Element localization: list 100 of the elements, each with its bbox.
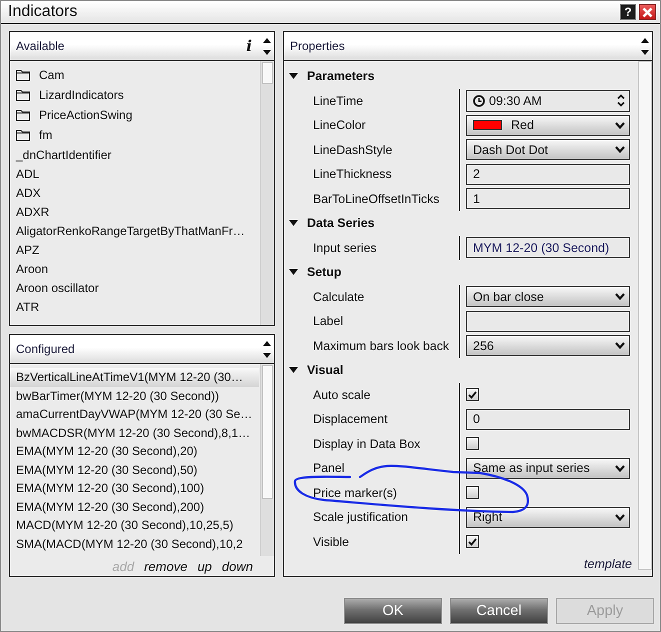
list-item[interactable]: amaCurrentDayVWAP(MYM 12-20 (30 Se… <box>10 405 259 424</box>
close-icon[interactable] <box>642 6 653 18</box>
arrow-down-icon[interactable] <box>641 50 649 54</box>
list-item[interactable]: EMA(MYM 12-20 (30 Second),20) <box>10 442 259 460</box>
property-label: LineDashStyle <box>312 142 394 159</box>
property-label: Calculate <box>312 288 366 306</box>
property-label: Input series <box>312 240 378 257</box>
category-header[interactable]: Visual <box>284 358 638 382</box>
category-header[interactable]: Setup <box>284 260 638 284</box>
list-item[interactable]: Aroon <box>10 259 259 278</box>
info-button[interactable]: i <box>246 38 252 54</box>
property-label: Displacement <box>312 411 388 428</box>
chevron-down-icon[interactable] <box>615 122 625 129</box>
list-item[interactable]: APZ <box>10 240 259 259</box>
property-label: LineColor <box>312 117 367 134</box>
arrow-down-icon[interactable] <box>263 50 271 54</box>
list-item[interactable]: EMA(MYM 12-20 (30 Second),50) <box>10 460 259 479</box>
property-label: Maximum bars look back <box>312 338 450 355</box>
chevron-down-icon[interactable] <box>615 146 625 154</box>
help-button[interactable]: ? <box>620 4 636 20</box>
dropdown[interactable]: Same as input series <box>466 458 630 479</box>
property-label: Display in Data Box <box>312 436 422 453</box>
text-field[interactable]: 2 <box>466 164 630 185</box>
down-triangle-icon[interactable] <box>289 220 298 226</box>
property-label: Scale justification <box>312 509 410 526</box>
list-item[interactable]: BzVerticalLineAtTimeV1(MYM 12-20 (30… <box>10 368 259 386</box>
folder-icon <box>16 110 30 120</box>
list-item[interactable]: ADX <box>10 183 259 202</box>
template-link[interactable]: template <box>584 556 632 570</box>
arrow-up-icon[interactable] <box>263 340 271 346</box>
chevron-down-icon[interactable] <box>615 464 625 472</box>
list-item[interactable]: ADL <box>10 164 259 183</box>
list-item[interactable]: _dnChartIdentifier <box>10 145 259 164</box>
text-field[interactable] <box>466 310 630 332</box>
dialog-button[interactable]: Cancel <box>450 598 548 624</box>
down-triangle-icon[interactable] <box>289 367 298 374</box>
property-label: BarToLineOffsetInTicks <box>312 190 440 208</box>
property-label: LineTime <box>312 92 364 110</box>
spinner-arrows-icon[interactable] <box>617 94 625 108</box>
property-label: Visible <box>312 534 350 551</box>
dialog-button[interactable]: OK <box>344 598 442 624</box>
checkbox[interactable] <box>466 437 479 450</box>
list-item[interactable]: ADXR <box>10 202 259 221</box>
list-item[interactable]: SMA(MACD(MYM 12-20 (30 Second),10,2 <box>10 534 259 553</box>
dropdown[interactable]: Right <box>466 506 630 528</box>
list-item[interactable]: EMA(MYM 12-20 (30 Second),200) <box>10 498 259 516</box>
arrow-down-icon[interactable] <box>263 352 271 358</box>
folder-icon <box>16 70 30 80</box>
action-link[interactable]: up <box>197 558 212 574</box>
scrollbar-thumb[interactable] <box>638 61 652 570</box>
property-label: Price marker(s) <box>312 484 398 502</box>
list-item[interactable]: Aroon oscillator <box>10 278 259 297</box>
text-field[interactable]: 0 <box>466 408 630 430</box>
folder-icon <box>16 90 30 100</box>
color-dropdown[interactable]: Red <box>466 114 630 136</box>
scrollbar-thumb[interactable] <box>262 62 273 84</box>
window-title: Indicators <box>8 3 78 21</box>
panel-title: Properties <box>289 39 346 53</box>
chevron-down-icon[interactable] <box>615 514 625 521</box>
list-item[interactable]: LizardIndicators <box>10 85 259 105</box>
series-field[interactable]: MYM 12-20 (30 Second) <box>466 237 630 258</box>
down-triangle-icon[interactable] <box>289 73 298 80</box>
panel-title: Available <box>15 39 66 53</box>
dropdown[interactable]: Dash Dot Dot <box>466 139 630 160</box>
checkbox[interactable] <box>466 486 479 500</box>
list-item[interactable]: ATR <box>10 297 259 316</box>
checkbox[interactable] <box>466 388 479 402</box>
checkmark-icon <box>468 390 477 399</box>
close-button[interactable] <box>639 4 656 20</box>
chevron-down-icon[interactable] <box>615 342 625 350</box>
time-field[interactable]: 09:30 AM <box>466 90 630 112</box>
dropdown[interactable]: 256 <box>466 335 630 356</box>
chevron-down-icon[interactable] <box>615 293 625 300</box>
arrow-up-icon[interactable] <box>263 38 271 42</box>
property-label: LineThickness <box>312 166 393 184</box>
category-header[interactable]: Data Series <box>284 211 638 236</box>
panel-title: Configured <box>15 342 76 356</box>
list-item[interactable]: PriceActionSwing <box>10 105 259 125</box>
list-item[interactable]: bwMACDSR(MYM 12-20 (30 Second),8,1… <box>10 424 259 442</box>
checkmark-icon <box>468 538 477 546</box>
action-link[interactable]: down <box>222 558 253 574</box>
arrow-up-icon[interactable] <box>641 38 649 42</box>
dropdown[interactable]: On bar close <box>466 286 630 308</box>
property-label: Label <box>312 313 344 330</box>
list-item[interactable]: EMA(MYM 12-20 (30 Second),100) <box>10 479 259 498</box>
property-label: Auto scale <box>312 386 372 404</box>
list-item[interactable]: AligatorRenkoRangeTargetByThatManFr… <box>10 221 259 240</box>
property-label: Panel <box>312 460 346 478</box>
folder-icon <box>16 130 30 140</box>
clock-icon <box>473 94 485 107</box>
list-item[interactable]: fm <box>10 125 259 145</box>
list-item[interactable]: Cam <box>10 65 259 85</box>
list-item[interactable]: bwBarTimer(MYM 12-20 (30 Second)) <box>10 386 259 405</box>
checkbox[interactable] <box>466 535 479 548</box>
text-field[interactable]: 1 <box>466 188 630 210</box>
category-header[interactable]: Parameters <box>284 64 638 88</box>
list-item[interactable]: MACD(MYM 12-20 (30 Second),10,25,5) <box>10 516 259 534</box>
down-triangle-icon[interactable] <box>289 269 298 276</box>
action-link[interactable]: remove <box>144 558 188 574</box>
scrollbar-thumb[interactable] <box>262 365 273 499</box>
